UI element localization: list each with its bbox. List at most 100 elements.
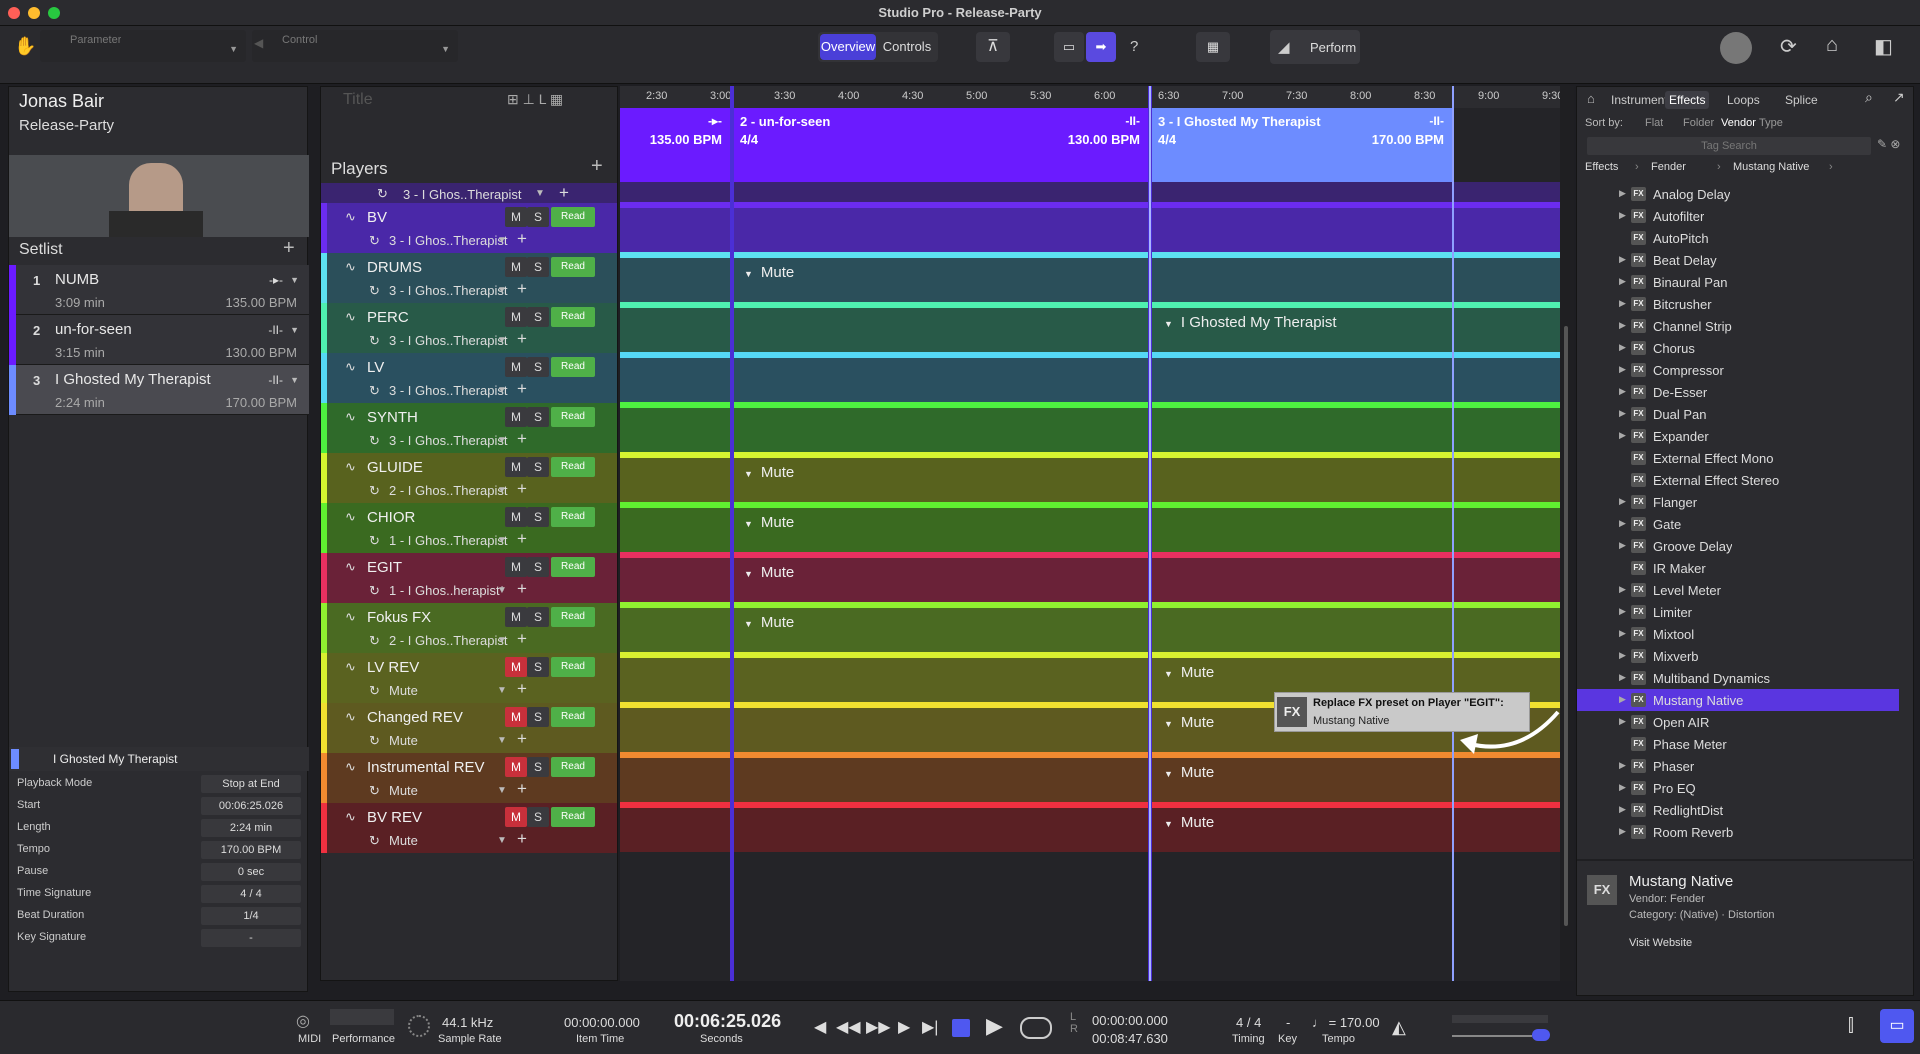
inspector-value[interactable]: 0 sec [201,863,301,881]
effect-item[interactable]: ▶ FX Dual Pan [1577,403,1899,425]
preset-name[interactable]: 3 - I Ghos..Therapist [389,233,509,248]
track-header[interactable]: ∿ Changed REV M S Read ↻ Mute ▼ + [321,703,617,753]
add-button[interactable]: + [517,529,527,549]
effect-item[interactable]: ▶ FX Limiter [1577,601,1899,623]
read-button[interactable]: Read [551,557,595,577]
tab-effects[interactable]: Effects [1665,91,1710,109]
preset-name[interactable]: Mute [389,683,509,698]
add-button[interactable]: + [559,183,569,203]
tag-icon[interactable]: ✎ ⊗ [1877,137,1900,151]
solo-button[interactable]: S [527,507,549,527]
mute-button[interactable]: M [505,607,527,627]
mute-button[interactable]: M [505,807,527,827]
song-block[interactable]: 3 - I Ghosted My Therapist -II- 4/4 170.00 … [1152,108,1452,182]
effect-item[interactable]: ▶ FX Binaural Pan [1577,271,1899,293]
chevron-right-icon[interactable]: ▶ [1619,496,1626,507]
chevron-right-icon[interactable]: ▶ [1619,606,1626,617]
chevron-right-icon[interactable]: ▶ [1619,804,1626,815]
volume-slider[interactable] [1452,1035,1532,1037]
inspector-value[interactable]: 4 / 4 [201,885,301,903]
effect-item[interactable]: FX AutoPitch [1577,227,1899,249]
solo-button[interactable]: S [527,557,549,577]
solo-button[interactable]: S [527,357,549,377]
read-button[interactable]: Read [551,357,595,377]
mute-button[interactable]: M [505,257,527,277]
solo-button[interactable]: S [527,207,549,227]
effect-item[interactable]: ▶ FX Mixverb [1577,645,1899,667]
play-button[interactable]: ▶ [986,1013,1003,1039]
chevron-right-icon[interactable]: ▶ [1619,386,1626,397]
read-button[interactable]: Read [551,457,595,477]
preset-name[interactable]: 2 - I Ghos..Therapist [389,633,509,648]
chevron-down-icon[interactable]: ▼ [497,735,507,746]
chevron-down-icon[interactable]: ▼ [290,325,299,335]
track-header[interactable]: ∿ EGIT M S Read ↻ 1 - I Ghos..herapist* ▼ + [321,553,617,603]
breadcrumb-item[interactable]: Mustang Native [1733,161,1809,173]
home-icon[interactable]: ⌂ [1826,34,1838,57]
track-header[interactable]: ∿ DRUMS M S Read ↻ 3 - I Ghos..Therapist ▼ + [321,253,617,303]
loop-button[interactable] [1020,1017,1052,1039]
preset-name[interactable]: Mute [389,833,509,848]
track-header[interactable]: ∿ BV M S Read ↻ 3 - I Ghos..Therapist ▼ + [321,203,617,253]
add-button[interactable]: + [517,729,527,749]
chevron-right-icon[interactable]: ▶ [1619,760,1626,771]
chevron-down-icon[interactable]: ▼ [497,435,507,446]
solo-button[interactable]: S [527,457,549,477]
home-icon[interactable]: ⌂ [1587,91,1595,106]
chevron-right-icon[interactable]: ▶ [1619,430,1626,441]
chevron-right-icon[interactable]: ▶ [1619,276,1626,287]
chevron-right-icon[interactable]: ▶ [1619,672,1626,683]
auto-advance-icon[interactable]: ➡ [1086,32,1116,62]
mute-button[interactable]: M [505,457,527,477]
effect-item[interactable]: ▶ FX Compressor [1577,359,1899,381]
effect-item[interactable]: ▶ FX Autofilter [1577,205,1899,227]
effect-item[interactable]: ▶ FX Gate [1577,513,1899,535]
key-value[interactable]: - [1286,1015,1290,1030]
lane-label[interactable]: ▼ Mute [744,614,794,631]
lane-label[interactable]: ▼ I Ghosted My Therapist [1164,314,1337,331]
right-locator[interactable]: 00:08:47.630 [1092,1031,1168,1046]
preset-name[interactable]: 1 - I Ghos..herapist* [389,583,509,598]
chevron-down-icon[interactable]: ▼ [497,535,507,546]
browser-toggle-icon[interactable]: ▭ [1880,1009,1914,1043]
track-header[interactable]: ∿ LV REV M S Read ↻ Mute ▼ + [321,653,617,703]
setlist-item[interactable]: 1 NUMB 3:09 min 135.00 BPM -▸- ▼ [9,265,309,315]
tab-splice[interactable]: Splice [1781,91,1822,109]
controls-button[interactable]: Controls [878,34,936,60]
track-header[interactable]: ∿ GLUIDE M S Read ↻ 2 - I Ghos..Therapist ▼ + [321,453,617,503]
mixer-icon[interactable]: ⫿ [1848,1015,1854,1036]
chevron-down-icon[interactable]: ▼ [497,635,507,646]
track-header[interactable]: ∿ Instrumental REV M S Read ↻ Mute ▼ + [321,753,617,803]
end-icon[interactable]: ▶| [922,1017,938,1037]
lane-label[interactable]: ▼ Mute [744,464,794,481]
chevron-right-icon[interactable]: ▶ [1619,716,1626,727]
effect-item[interactable]: ▶ FX Phaser [1577,755,1899,777]
chevron-right-icon[interactable]: ▶ [1619,364,1626,375]
stop-button[interactable] [952,1019,970,1037]
preset-name[interactable]: 3 - I Ghos..Therapist [403,187,522,202]
chevron-down-icon[interactable]: ▼ [290,375,299,385]
effect-item[interactable]: ▶ FX De-Esser [1577,381,1899,403]
time-signature[interactable]: 4 / 4 [1236,1015,1261,1030]
chevron-down-icon[interactable]: ▼ [497,585,507,596]
video-icon[interactable]: ▦ [1196,32,1230,62]
add-player-button[interactable]: + [591,155,603,178]
visit-website-link[interactable]: Visit Website [1629,937,1692,949]
solo-button[interactable]: S [527,307,549,327]
lane-label[interactable]: ▼ Mute [1164,664,1214,681]
read-button[interactable]: Read [551,507,595,527]
solo-button[interactable]: S [527,807,549,827]
chevron-right-icon[interactable]: ▶ [1619,210,1626,221]
effect-item[interactable]: FX Phase Meter [1577,733,1899,755]
effect-item[interactable]: FX IR Maker [1577,557,1899,579]
effect-item[interactable]: ▶ FX Beat Delay [1577,249,1899,271]
preset-name[interactable]: 3 - I Ghos..Therapist [389,333,509,348]
mute-button[interactable]: M [505,207,527,227]
read-button[interactable]: Read [551,257,595,277]
tag-search-input[interactable]: Tag Search [1587,137,1871,155]
effect-item[interactable]: ▶ FX Expander [1577,425,1899,447]
effect-item[interactable]: FX External Effect Stereo [1577,469,1899,491]
chevron-down-icon[interactable]: ▼ [497,835,507,846]
scrollbar-thumb[interactable] [1564,326,1568,926]
preset-name[interactable]: Mute [389,733,509,748]
